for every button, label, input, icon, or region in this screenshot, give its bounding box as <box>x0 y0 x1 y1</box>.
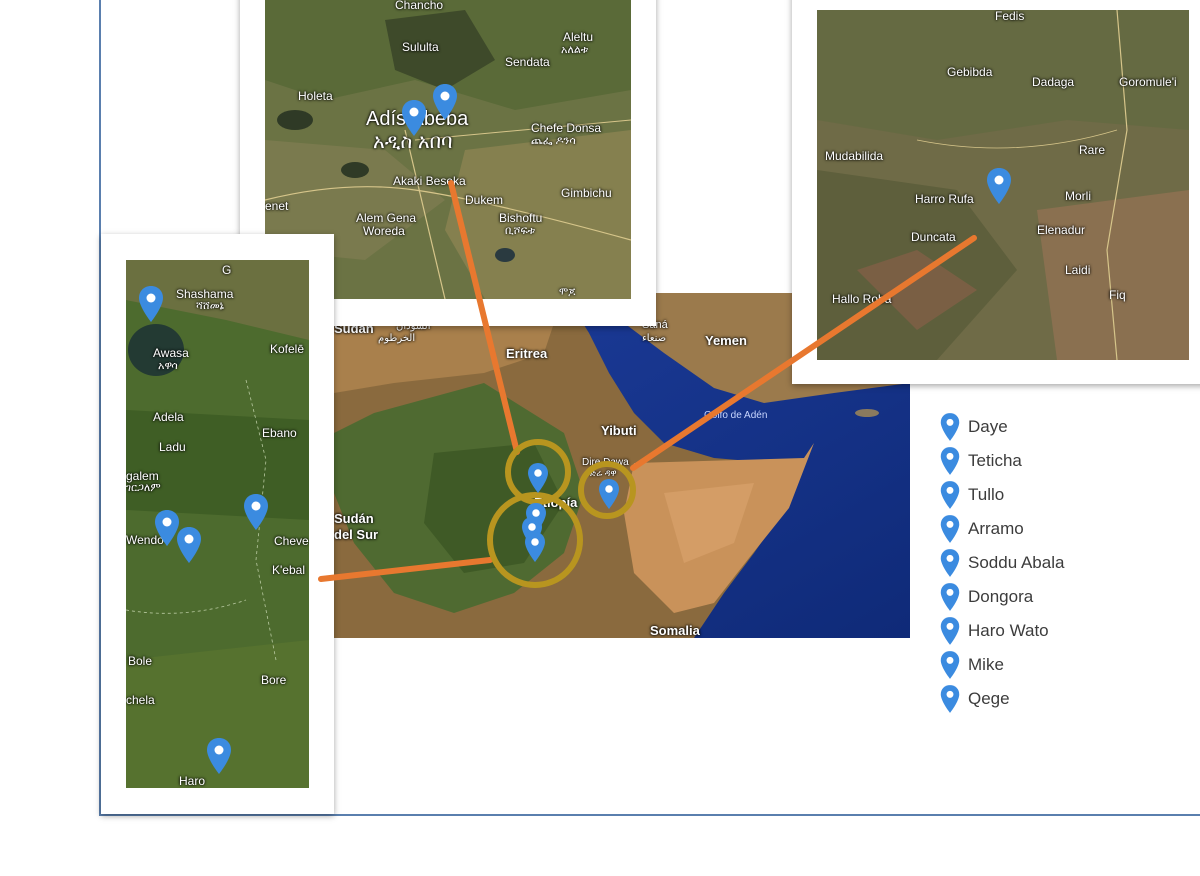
pin-icon[interactable] <box>206 738 232 774</box>
pin-icon <box>940 549 960 577</box>
legend-label: Arramo <box>968 519 1024 538</box>
pin-icon <box>940 583 960 611</box>
legend-item[interactable]: Soddu Abala <box>940 546 1064 580</box>
connector-addis <box>448 180 520 455</box>
connector-harar <box>630 235 977 471</box>
legend-label: Qege <box>968 689 1010 708</box>
legend-label: Mike <box>968 655 1004 674</box>
pin-icon[interactable] <box>401 100 427 136</box>
legend-item[interactable]: Haro Wato <box>940 614 1064 648</box>
pin-icon[interactable] <box>243 494 269 530</box>
legend-label: Dongora <box>968 587 1034 606</box>
pin-icon[interactable] <box>598 479 620 509</box>
pin-icon[interactable] <box>524 532 546 562</box>
legend: Daye Teticha Tullo Arramo Soddu Abala Do… <box>940 410 1064 716</box>
legend-label: Haro Wato <box>968 621 1049 640</box>
pin-icon <box>940 685 960 713</box>
legend-item[interactable]: Arramo <box>940 512 1064 546</box>
pin-icon <box>940 617 960 645</box>
legend-item[interactable]: Daye <box>940 410 1064 444</box>
pin-icon <box>940 481 960 509</box>
pin-icon[interactable] <box>432 84 458 120</box>
legend-label: Soddu Abala <box>968 553 1065 572</box>
legend-item[interactable]: Dongora <box>940 580 1064 614</box>
legend-label: Teticha <box>968 451 1022 470</box>
pin-icon[interactable] <box>986 168 1012 204</box>
connector-sidama <box>318 557 493 582</box>
pin-icon <box>940 515 960 543</box>
legend-item[interactable]: Qege <box>940 682 1064 716</box>
legend-item[interactable]: Mike <box>940 648 1064 682</box>
legend-item[interactable]: Teticha <box>940 444 1064 478</box>
pin-icon[interactable] <box>176 527 202 563</box>
legend-item[interactable]: Tullo <box>940 478 1064 512</box>
pin-icon[interactable] <box>138 286 164 322</box>
pin-icon <box>940 413 960 441</box>
legend-label: Tullo <box>968 485 1005 504</box>
pin-icon <box>940 447 960 475</box>
pin-icon <box>940 651 960 679</box>
legend-label: Daye <box>968 417 1008 436</box>
pin-icon[interactable] <box>527 463 549 493</box>
